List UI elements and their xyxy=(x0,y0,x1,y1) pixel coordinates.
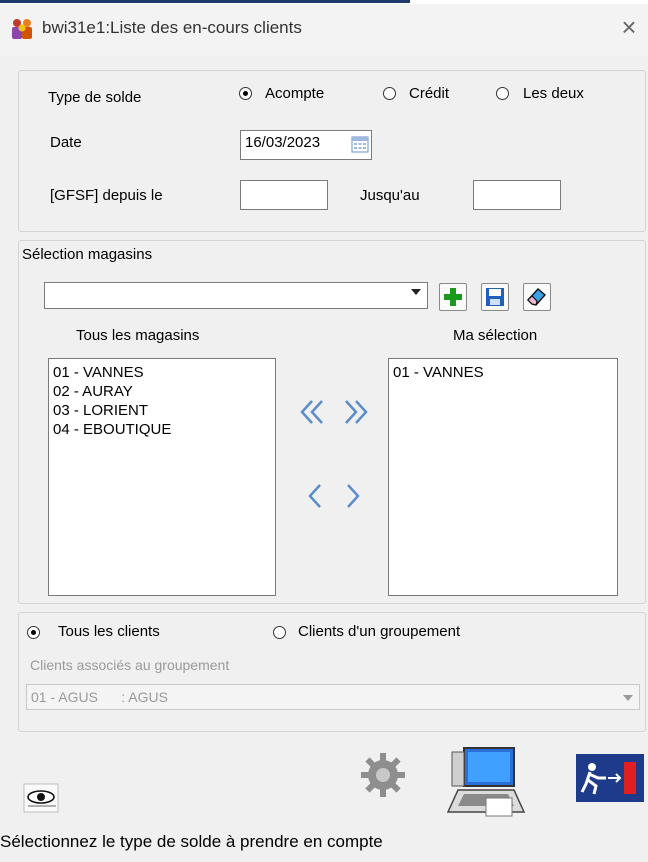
eraser-icon xyxy=(527,288,547,306)
double-chevron-right-icon xyxy=(345,400,368,424)
window-title: bwi31e1:Liste des en-cours clients xyxy=(42,18,302,37)
list-item[interactable]: 03 - LORIENT xyxy=(51,401,273,420)
close-icon[interactable]: × xyxy=(614,12,644,42)
all-magasins-label: Tous les magasins xyxy=(76,327,200,344)
radio-tous-clients[interactable] xyxy=(27,626,40,639)
chevron-left-icon xyxy=(308,484,321,508)
list-item[interactable]: 01 - VANNES xyxy=(391,363,615,382)
move-left-button[interactable] xyxy=(302,478,328,514)
move-all-left-button[interactable] xyxy=(298,394,330,430)
add-button[interactable] xyxy=(439,283,467,311)
gfsf-to-field[interactable] xyxy=(473,180,561,210)
radio-clients-groupement-label[interactable]: Clients d'un groupement xyxy=(298,623,460,640)
radio-acompte[interactable] xyxy=(239,87,252,100)
all-magasins-list[interactable]: 01 - VANNES 02 - AURAY 03 - LORIENT 04 -… xyxy=(48,358,276,596)
move-right-button[interactable] xyxy=(340,478,366,514)
computer-print-icon[interactable] xyxy=(444,742,530,822)
list-item[interactable]: 01 - VANNES xyxy=(51,363,273,382)
groupement-label: Clients associés au groupement xyxy=(30,657,230,673)
eraser-button[interactable] xyxy=(523,283,551,311)
radio-les-deux[interactable] xyxy=(496,87,509,100)
gear-icon[interactable] xyxy=(358,750,408,800)
gfsf-label: [GFSF] depuis le xyxy=(50,187,163,204)
radio-les-deux-label[interactable]: Les deux xyxy=(523,85,584,102)
date-value: 16/03/2023 xyxy=(245,134,321,151)
save-button[interactable] xyxy=(481,283,509,311)
move-all-right-button[interactable] xyxy=(338,394,370,430)
magasins-group-label: Sélection magasins xyxy=(22,246,153,263)
app-people-icon xyxy=(10,18,34,40)
radio-acompte-label[interactable]: Acompte xyxy=(265,85,324,102)
save-icon xyxy=(486,288,504,306)
gfsf-from-field[interactable] xyxy=(240,180,328,210)
list-item[interactable]: 04 - EBOUTIQUE xyxy=(51,420,273,439)
chevron-down-icon xyxy=(411,289,421,295)
chevron-down-icon xyxy=(623,695,633,701)
calendar-icon[interactable] xyxy=(351,135,369,153)
radio-credit[interactable] xyxy=(383,87,396,100)
list-item[interactable]: 02 - AURAY xyxy=(51,382,273,401)
double-chevron-left-icon xyxy=(300,400,323,424)
groupement-value: 01 - AGUS : AGUS xyxy=(31,689,168,705)
radio-clients-groupement[interactable] xyxy=(273,626,286,639)
chevron-right-icon xyxy=(347,484,360,508)
eye-preview-icon[interactable] xyxy=(22,782,62,814)
add-icon xyxy=(444,288,462,306)
groupement-combo: 01 - AGUS : AGUS xyxy=(26,684,640,710)
jusquau-label: Jusqu'au xyxy=(360,187,420,204)
ma-selection-list[interactable]: 01 - VANNES xyxy=(388,358,618,596)
radio-tous-clients-label[interactable]: Tous les clients xyxy=(58,623,160,640)
ma-selection-label: Ma sélection xyxy=(453,327,538,344)
status-bar: Sélectionnez le type de solde à prendre … xyxy=(0,820,648,862)
date-label: Date xyxy=(50,134,82,151)
status-text: Sélectionnez le type de solde à prendre … xyxy=(0,832,383,851)
exit-icon[interactable] xyxy=(576,754,644,802)
magasins-combo[interactable] xyxy=(44,282,428,309)
radio-credit-label[interactable]: Crédit xyxy=(409,85,449,102)
type-solde-label: Type de solde xyxy=(48,89,142,106)
